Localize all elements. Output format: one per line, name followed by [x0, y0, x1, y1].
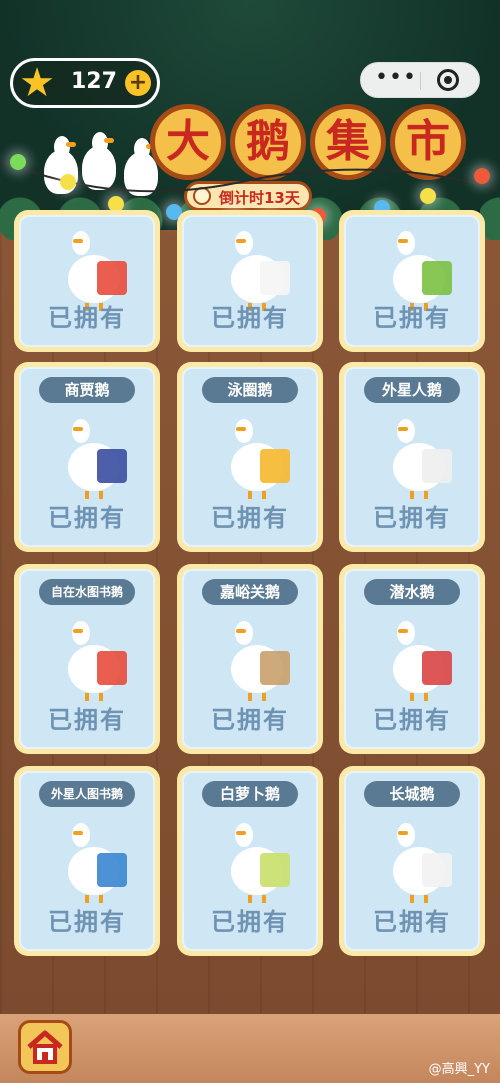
watermark: @高興_YY	[428, 1062, 490, 1077]
card-panel: 泳圈鹅 已拥有	[182, 367, 318, 547]
card-panel: 白萝卜鹅 已拥有	[182, 771, 318, 951]
owned-label: 已拥有	[48, 504, 126, 532]
goose-card[interactable]: 长城鹅 已拥有	[339, 766, 485, 956]
owned-label: 已拥有	[373, 504, 451, 532]
book-goose-icon	[51, 611, 137, 703]
card-panel: 长城鹅 已拥有	[344, 771, 480, 951]
card-panel: 外星人图书鹅 已拥有	[19, 771, 155, 951]
goose-card[interactable]: 已拥有	[177, 210, 323, 352]
owned-label: 已拥有	[211, 908, 289, 936]
card-panel: 已拥有	[19, 215, 155, 347]
add-stars-button[interactable]: +	[125, 70, 151, 96]
goose-card[interactable]: 外星人图书鹅 已拥有	[14, 766, 160, 956]
light-bulb	[60, 174, 76, 190]
goose-card[interactable]: 自在水图书鹅 已拥有	[14, 564, 160, 754]
goose-card[interactable]: 泳圈鹅 已拥有	[177, 362, 323, 552]
owned-label: 已拥有	[211, 504, 289, 532]
goose-name-tag: 潜水鹅	[364, 579, 460, 605]
card-panel: 已拥有	[344, 215, 480, 347]
owned-label: 已拥有	[48, 908, 126, 936]
card-panel: 已拥有	[182, 215, 318, 347]
box-goose-icon	[51, 221, 137, 311]
star-count: 127	[71, 69, 117, 94]
goose-card[interactable]: 白萝卜鹅 已拥有	[177, 766, 323, 956]
miniprogram-capsule: •••	[360, 62, 480, 98]
goose-card[interactable]: 外星人鹅 已拥有	[339, 362, 485, 552]
home-icon	[27, 1030, 63, 1064]
owned-label: 已拥有	[211, 304, 289, 332]
alien-book-goose-icon	[51, 813, 137, 905]
owned-label: 已拥有	[373, 304, 451, 332]
green-goose-icon	[376, 221, 462, 311]
goose-name-tag: 嘉峪关鹅	[202, 579, 298, 605]
goose-name-tag: 长城鹅	[364, 781, 460, 807]
star-icon: ★	[19, 60, 55, 106]
owned-label: 已拥有	[373, 908, 451, 936]
light-bulb	[420, 188, 436, 204]
card-panel: 潜水鹅 已拥有	[344, 569, 480, 749]
alien-goose-icon	[376, 409, 462, 501]
goose-name-tag: 自在水图书鹅	[39, 579, 135, 605]
owned-label: 已拥有	[48, 706, 126, 734]
owned-label: 已拥有	[373, 706, 451, 734]
goose-card[interactable]: 已拥有	[339, 210, 485, 352]
goose-name-tag: 白萝卜鹅	[202, 781, 298, 807]
diving-goose-icon	[376, 611, 462, 703]
merchant-goose-icon	[51, 409, 137, 501]
swim-ring-goose-icon	[214, 409, 300, 501]
target-icon[interactable]	[437, 69, 459, 91]
bottom-bar	[0, 1014, 500, 1083]
card-panel: 外星人鹅 已拥有	[344, 367, 480, 547]
goose-card[interactable]: 商贾鹅 已拥有	[14, 362, 160, 552]
goose-card[interactable]: 嘉峪关鹅 已拥有	[177, 564, 323, 754]
card-panel: 自在水图书鹅 已拥有	[19, 569, 155, 749]
radish-goose-icon	[214, 813, 300, 905]
capsule-divider	[420, 72, 421, 90]
goose-name-tag: 外星人鹅	[364, 377, 460, 403]
card-panel: 嘉峪关鹅 已拥有	[182, 569, 318, 749]
more-menu-button[interactable]: •••	[375, 67, 417, 89]
bottle-goose-icon	[214, 221, 300, 311]
game-screen: ★ 127 + ••• 大 鹅 集 市 倒计时13天 已拥有 已拥有 已拥有 商贾鹅已…	[0, 0, 500, 1083]
jiayuguan-goose-icon	[214, 611, 300, 703]
great-wall-goose-icon	[376, 813, 462, 905]
goose-card[interactable]: 潜水鹅 已拥有	[339, 564, 485, 754]
owned-label: 已拥有	[211, 706, 289, 734]
goose-name-tag: 商贾鹅	[39, 377, 135, 403]
card-panel: 商贾鹅 已拥有	[19, 367, 155, 547]
goose-name-tag: 泳圈鹅	[202, 377, 298, 403]
light-bulb	[474, 168, 490, 184]
owned-label: 已拥有	[48, 304, 126, 332]
goose-card[interactable]: 已拥有	[14, 210, 160, 352]
home-button[interactable]	[18, 1020, 72, 1074]
goose-name-tag: 外星人图书鹅	[39, 781, 135, 807]
star-currency[interactable]: ★ 127 +	[10, 58, 160, 108]
light-bulb	[10, 154, 26, 170]
